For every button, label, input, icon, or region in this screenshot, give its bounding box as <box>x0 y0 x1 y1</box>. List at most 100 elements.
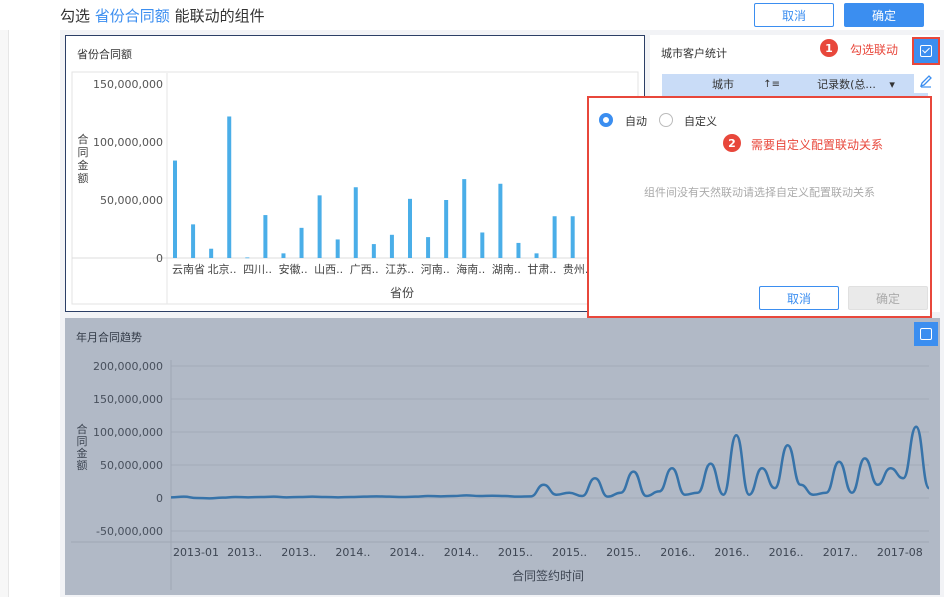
x-axis-label: 省份 <box>390 286 414 300</box>
y-tick-label: 0 <box>156 492 163 505</box>
step-text-1: 勾选联动 <box>850 43 899 57</box>
x-tick-label: 2013.. <box>281 546 316 559</box>
province-contract-widget[interactable]: 省份合同额 150,000,000 100,000,000 50,000,000 0 合… <box>65 35 645 312</box>
bar <box>444 200 449 258</box>
bar <box>552 216 557 258</box>
bar <box>516 242 521 258</box>
popup-confirm-button[interactable]: 确定 <box>848 286 928 310</box>
bar <box>317 195 322 258</box>
x-tick-label: 2016.. <box>714 546 749 559</box>
dropdown-arrow-icon[interactable]: ▾ <box>889 78 895 91</box>
header-confirm-button[interactable]: 确定 <box>844 3 924 27</box>
link-config-popup: 自动 自定义 2 需要自定义配置联动关系 组件间没有天然联动请选择自定义配置联动… <box>587 96 932 318</box>
bar <box>353 187 358 258</box>
bar <box>534 253 539 258</box>
bar <box>281 253 286 258</box>
edit-link-button[interactable] <box>914 69 938 93</box>
x-tick-label: 湖南.. <box>492 263 521 276</box>
link-checkbox-trend[interactable] <box>914 322 938 346</box>
y-tick-label: 150,000,000 <box>93 393 163 406</box>
trend-line-chart: 200,000,000 150,000,000 100,000,000 50,000,… <box>71 360 931 590</box>
column-header-count[interactable]: 记录数(总... ▾ <box>784 74 928 96</box>
x-tick-label: 安徽.. <box>279 262 308 276</box>
radio-auto-label[interactable]: 自动 <box>625 113 647 129</box>
unchecked-checkbox-icon <box>920 328 932 340</box>
bar <box>371 244 376 258</box>
bar <box>209 248 214 258</box>
y-tick-label: 0 <box>156 252 163 265</box>
pencil-edit-icon <box>919 75 932 88</box>
bar <box>498 183 503 258</box>
bar <box>173 160 177 258</box>
y-tick-label: 100,000,000 <box>93 136 163 149</box>
y-tick-label: 150,000,000 <box>93 78 163 91</box>
x-tick-label: 2016.. <box>769 546 804 559</box>
x-tick-label: 云南省 <box>172 263 205 276</box>
bar <box>191 224 196 258</box>
bar <box>227 116 232 258</box>
popup-message: 组件间没有天然联动请选择自定义配置联动关系 <box>644 186 875 199</box>
x-tick-label: 北京.. <box>208 262 237 276</box>
title-highlight: 省份合同额 <box>94 7 170 25</box>
step-text-2: 需要自定义配置联动关系 <box>751 138 884 152</box>
x-tick-label: 2014.. <box>335 546 370 559</box>
trend-line <box>170 425 931 500</box>
y-tick-label: 100,000,000 <box>93 426 163 439</box>
x-tick-label: 河南.. <box>421 263 450 276</box>
dashboard-link-config-page: 勾选 省份合同额 能联动的组件 取消 确定 省份合同额 150,000,000 1… <box>0 0 944 597</box>
bar <box>263 215 268 258</box>
radio-custom-label[interactable]: 自定义 <box>684 113 717 129</box>
y-tick-label: 50,000,000 <box>100 459 163 472</box>
bar <box>299 227 304 258</box>
checkbox-highlight-frame <box>912 37 940 65</box>
sort-icon[interactable]: ↑≡ <box>763 74 780 96</box>
y-axis-label: 合同金额 <box>78 132 89 185</box>
x-tick-label: 2017-08 <box>877 546 923 559</box>
x-tick-label: 2016.. <box>660 546 695 559</box>
radio-auto[interactable] <box>599 113 613 127</box>
column-count-label: 记录数(总... <box>817 78 876 91</box>
city-table-header: 城市 ↑≡ 记录数(总... ▾ <box>662 74 928 96</box>
x-tick-label: 2017.. <box>823 546 858 559</box>
page-title: 勾选 省份合同额 能联动的组件 <box>60 5 265 26</box>
x-tick-label: 2013.. <box>227 546 262 559</box>
bar <box>426 237 431 258</box>
x-tick-label: 2015.. <box>552 546 587 559</box>
step-badge-2: 2 <box>723 134 741 152</box>
popup-cancel-button[interactable]: 取消 <box>759 286 839 310</box>
bar <box>480 232 485 258</box>
y-tick-label: -50,000,000 <box>96 525 163 538</box>
x-tick-label: 四川.. <box>243 263 272 276</box>
x-tick-label: 2014.. <box>390 546 425 559</box>
x-tick-label: 2013-01 <box>173 546 219 559</box>
column-header-city[interactable]: 城市 ↑≡ <box>662 74 784 96</box>
x-tick-label: 2015.. <box>606 546 641 559</box>
radio-custom[interactable] <box>659 113 673 127</box>
bar <box>245 257 250 259</box>
y-tick-label: 200,000,000 <box>93 360 163 373</box>
column-city-label: 城市 <box>712 78 734 91</box>
bar <box>570 216 575 258</box>
x-tick-label: 江苏.. <box>385 263 414 276</box>
x-tick-label: 甘肃.. <box>527 263 556 276</box>
x-tick-label: 山西.. <box>314 263 343 276</box>
widget-title: 城市客户统计 <box>661 47 727 60</box>
header-cancel-button[interactable]: 取消 <box>754 3 834 27</box>
title-suffix: 能联动的组件 <box>174 7 265 25</box>
bar <box>462 179 467 258</box>
bar <box>408 198 412 258</box>
bar <box>389 234 394 258</box>
x-tick-label: 2014.. <box>444 546 479 559</box>
bar <box>335 239 340 258</box>
province-bar-chart: 150,000,000 100,000,000 50,000,000 0 合同金额云南省… <box>71 71 639 305</box>
step-badge-1: 1 <box>820 39 838 57</box>
left-panel-edge <box>0 30 9 597</box>
x-tick-label: 广西.. <box>350 263 379 276</box>
x-tick-label: 2015.. <box>498 546 533 559</box>
y-axis-label: 合同金额 <box>77 422 88 472</box>
y-tick-label: 50,000,000 <box>100 194 163 207</box>
x-tick-label: 海南.. <box>456 262 485 276</box>
title-prefix: 勾选 <box>60 7 91 25</box>
monthly-trend-widget[interactable]: 年月合同趋势 200,000,000 150,000,000 100,000,000… <box>65 318 940 595</box>
x-axis-label: 合同签约时间 <box>512 568 584 583</box>
